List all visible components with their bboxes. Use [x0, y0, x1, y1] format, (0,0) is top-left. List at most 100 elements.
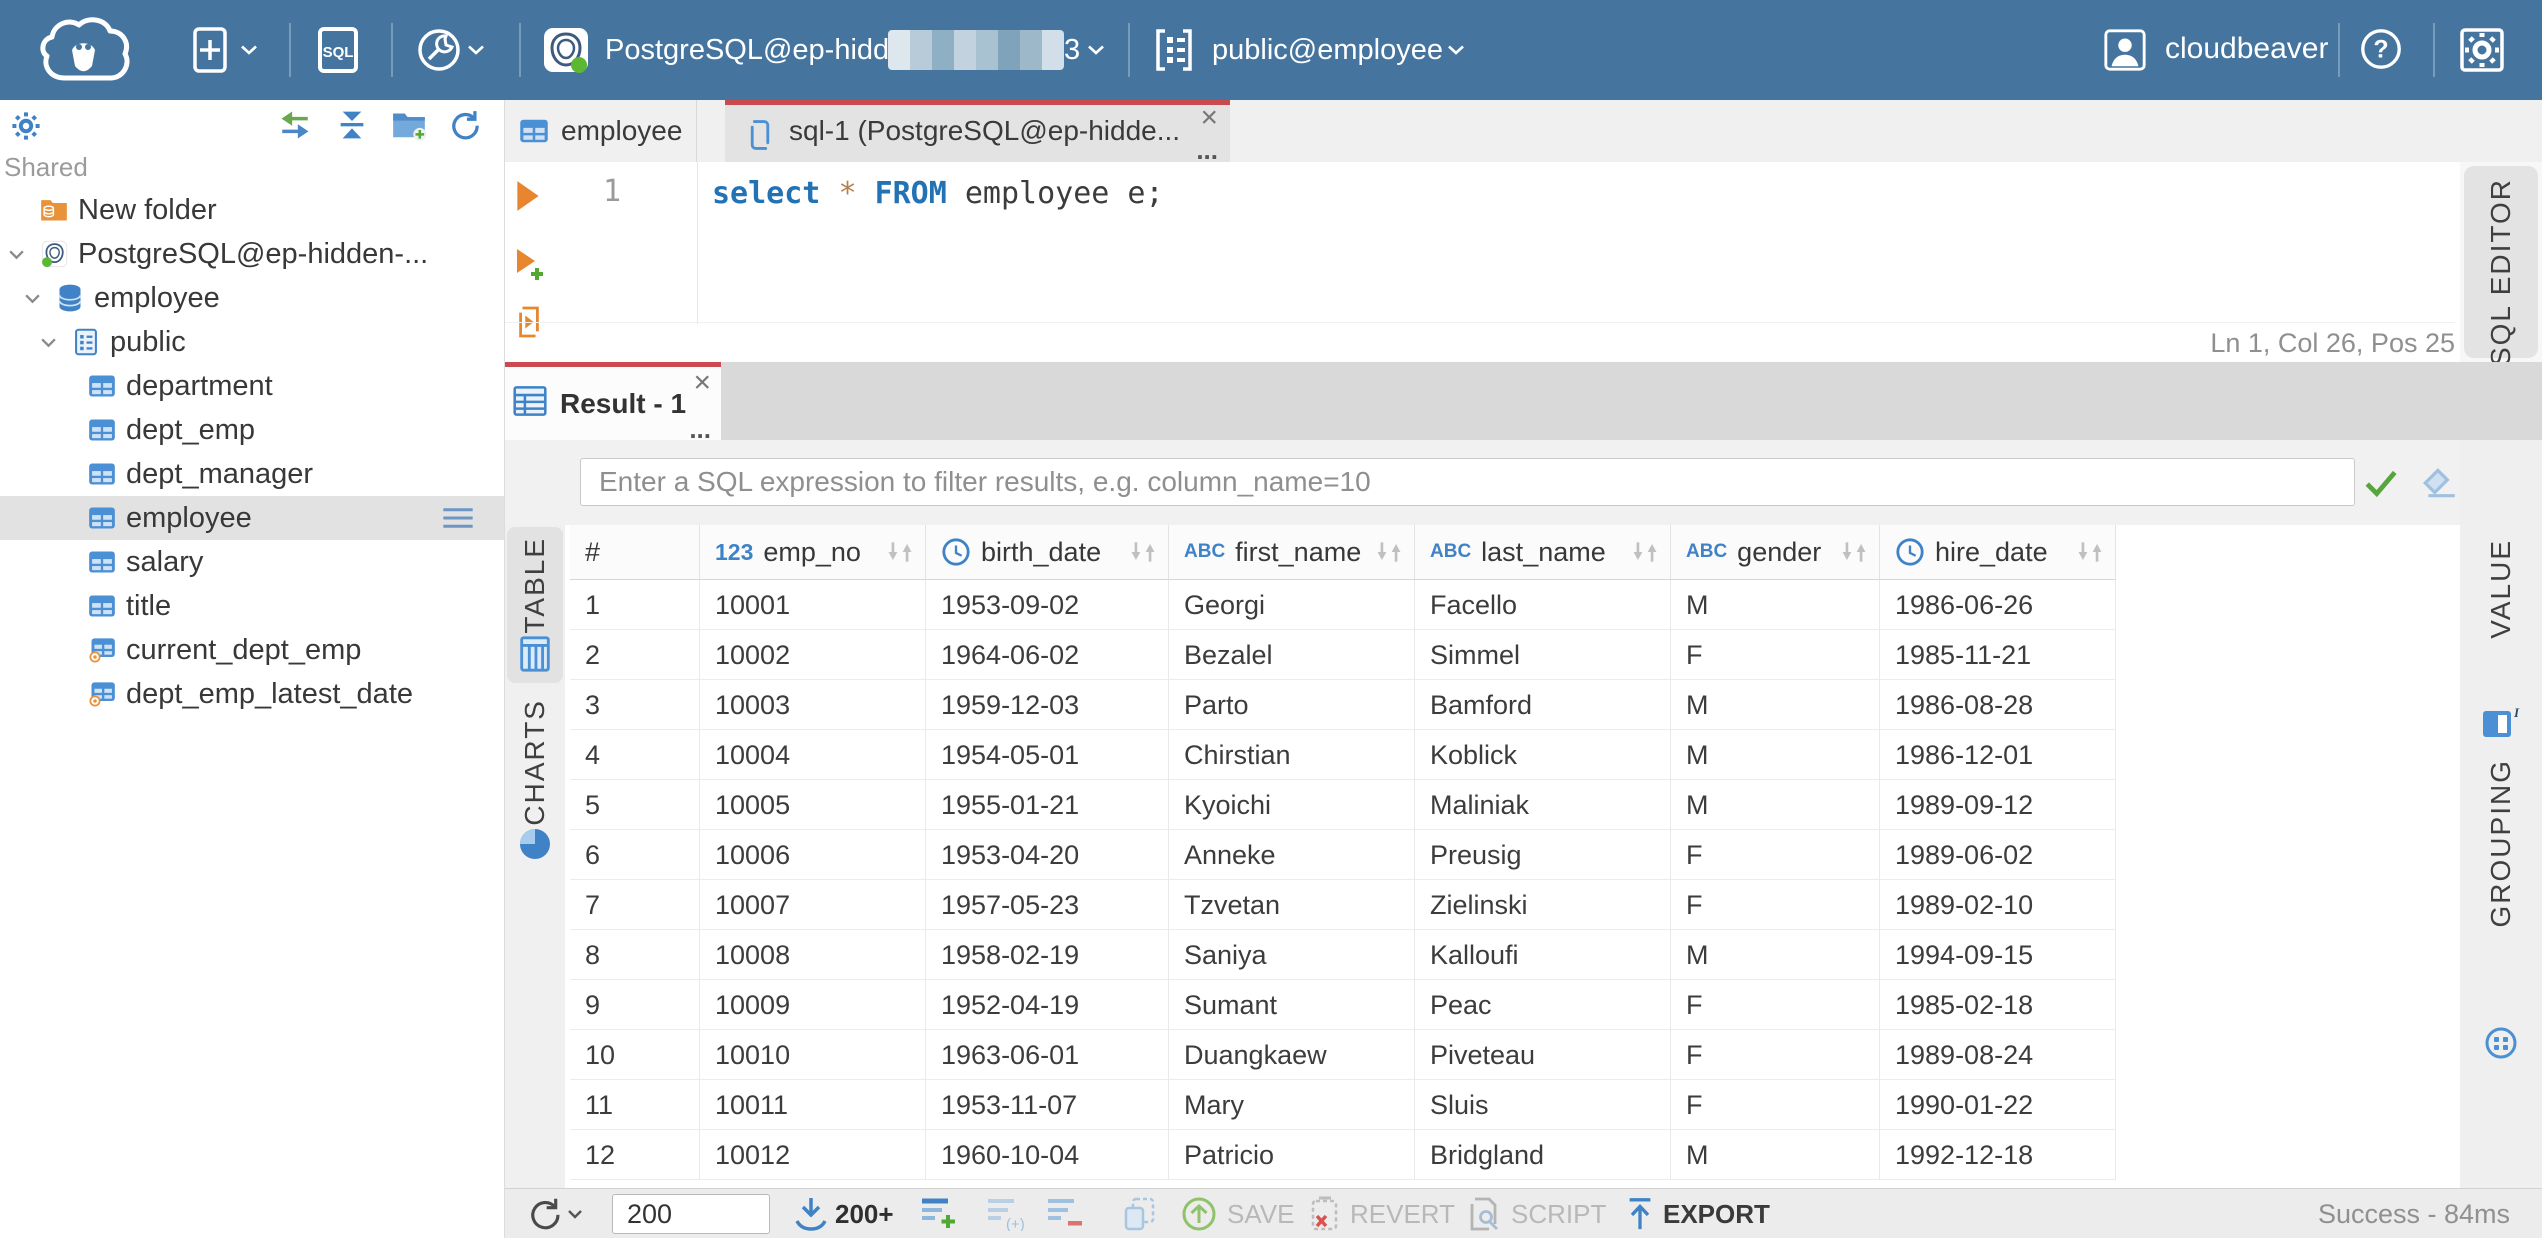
cell-hire_date[interactable]: 1994-09-15: [1880, 930, 2116, 980]
cell-first_name[interactable]: Patricio: [1169, 1130, 1415, 1180]
cell-gender[interactable]: M: [1671, 780, 1880, 830]
tree-expand-chevron-icon[interactable]: [8, 249, 25, 260]
cell-first_name[interactable]: Georgi: [1169, 580, 1415, 630]
schema-chevron-down-icon[interactable]: [1446, 44, 1466, 56]
cell-birth_date[interactable]: 1963-06-01: [926, 1030, 1169, 1080]
cell-birth_date[interactable]: 1954-05-01: [926, 730, 1169, 780]
cell-last_name[interactable]: Sluis: [1415, 1080, 1671, 1130]
table-row[interactable]: 5 10005 1955-01-21 Kyoichi Maliniak M 1989-09-…: [570, 780, 2116, 830]
cell-hire_date[interactable]: 1986-12-01: [1880, 730, 2116, 780]
cell-emp_no[interactable]: 10008: [700, 930, 926, 980]
cell-hire_date[interactable]: 1990-01-22: [1880, 1080, 2116, 1130]
cell-emp_no[interactable]: 10005: [700, 780, 926, 830]
cell-gender[interactable]: F: [1671, 630, 1880, 680]
tree-item-public[interactable]: public: [0, 320, 504, 364]
export-icon[interactable]: [1625, 1197, 1655, 1231]
schema-selector[interactable]: public@employee: [1212, 33, 1443, 67]
tree-expand-chevron-icon[interactable]: [24, 293, 41, 304]
cell-hire_date[interactable]: 1989-02-10: [1880, 880, 2116, 930]
save-icon[interactable]: [1181, 1196, 1217, 1232]
result-data-grid[interactable]: #123 emp_no birth_date ABC first_name ABC last…: [565, 525, 2460, 1188]
delete-row-icon[interactable]: [1046, 1197, 1084, 1231]
cell-last_name[interactable]: Facello: [1415, 580, 1671, 630]
sort-icon[interactable]: [1128, 540, 1158, 564]
cell-last_name[interactable]: Preusig: [1415, 830, 1671, 880]
apply-filter-check-icon[interactable]: [2363, 468, 2399, 498]
tab-employee[interactable]: employee: [505, 100, 697, 162]
table-row[interactable]: 12 10012 1960-10-04 Patricio Bridgland M 1992-…: [570, 1130, 2116, 1180]
cell-hire_date[interactable]: 1985-02-18: [1880, 980, 2116, 1030]
cell-last_name[interactable]: Peac: [1415, 980, 1671, 1030]
cell-first_name[interactable]: Bezalel: [1169, 630, 1415, 680]
cell-gender[interactable]: F: [1671, 880, 1880, 930]
new-folder-icon[interactable]: [391, 108, 427, 142]
refresh-caret-down-icon[interactable]: [567, 1209, 583, 1219]
tab-menu-dots-icon[interactable]: ...: [1196, 137, 1218, 163]
cell-birth_date[interactable]: 1960-10-04: [926, 1130, 1169, 1180]
column-header-row-index[interactable]: #: [570, 525, 700, 580]
result-tab-menu-dots-icon[interactable]: ...: [689, 416, 711, 442]
cell-hire_date[interactable]: 1989-06-02: [1880, 830, 2116, 880]
execute-query-button[interactable]: [515, 180, 541, 212]
cell-emp_no[interactable]: 10001: [700, 580, 926, 630]
script-icon[interactable]: [1467, 1196, 1501, 1232]
result-tab-close-icon[interactable]: ×: [693, 368, 711, 398]
save-label[interactable]: SAVE: [1227, 1189, 1294, 1238]
cell-emp_no[interactable]: 10002: [700, 630, 926, 680]
cell-emp_no[interactable]: 10006: [700, 830, 926, 880]
cell-first_name[interactable]: Chirstian: [1169, 730, 1415, 780]
revert-label[interactable]: REVERT: [1350, 1189, 1455, 1238]
refresh-tree-icon[interactable]: [448, 108, 480, 142]
cell-gender[interactable]: M: [1671, 580, 1880, 630]
link-editor-sync-icon[interactable]: [278, 108, 312, 142]
table-row[interactable]: 6 10006 1953-04-20 Anneke Preusig F 1989-06-02: [570, 830, 2116, 880]
sort-icon[interactable]: [885, 540, 915, 564]
cell-emp_no[interactable]: 10009: [700, 980, 926, 1030]
tree-item-dept_emp[interactable]: dept_emp: [0, 408, 504, 452]
cell-first_name[interactable]: Parto: [1169, 680, 1415, 730]
table-row[interactable]: 11 10011 1953-11-07 Mary Sluis F 1990-01-22: [570, 1080, 2116, 1130]
tree-item-dept_emp_latest_date[interactable]: dept_emp_latest_date: [0, 672, 504, 716]
cell-hire_date[interactable]: 1989-09-12: [1880, 780, 2116, 830]
tree-item-postgresql-ep-hidden-[interactable]: PostgreSQL@ep-hidden-...: [0, 232, 504, 276]
tab-result-1[interactable]: Result - 1 × ...: [505, 362, 721, 442]
tab-table-view[interactable]: TABLE: [507, 527, 563, 683]
duplicate-row-icon[interactable]: (+): [986, 1197, 1024, 1231]
tree-item-employee[interactable]: employee: [0, 496, 504, 540]
column-header-last_name[interactable]: ABC last_name: [1415, 525, 1671, 580]
connection-name[interactable]: PostgreSQL@ep-hidde: [605, 33, 905, 67]
connection-name-suffix[interactable]: 3: [1064, 33, 1080, 67]
tree-item-menu-icon[interactable]: [440, 507, 476, 529]
user-name[interactable]: cloudbeaver: [2165, 32, 2328, 66]
column-header-birth_date[interactable]: birth_date: [926, 525, 1169, 580]
cell-row-index[interactable]: 3: [570, 680, 700, 730]
collapse-all-icon[interactable]: [336, 108, 368, 142]
cell-emp_no[interactable]: 10012: [700, 1130, 926, 1180]
column-header-gender[interactable]: ABC gender: [1671, 525, 1880, 580]
tree-item-title[interactable]: title: [0, 584, 504, 628]
cell-emp_no[interactable]: 10010: [700, 1030, 926, 1080]
cell-last_name[interactable]: Piveteau: [1415, 1030, 1671, 1080]
refresh-result-icon[interactable]: [526, 1196, 562, 1232]
cell-last_name[interactable]: Simmel: [1415, 630, 1671, 680]
cell-emp_no[interactable]: 10011: [700, 1080, 926, 1130]
cell-first_name[interactable]: Saniya: [1169, 930, 1415, 980]
cell-birth_date[interactable]: 1959-12-03: [926, 680, 1169, 730]
execute-new-tab-button[interactable]: [515, 248, 545, 282]
cell-birth_date[interactable]: 1958-02-19: [926, 930, 1169, 980]
cell-row-index[interactable]: 6: [570, 830, 700, 880]
cell-row-index[interactable]: 5: [570, 780, 700, 830]
cell-last_name[interactable]: Maliniak: [1415, 780, 1671, 830]
cell-birth_date[interactable]: 1955-01-21: [926, 780, 1169, 830]
table-row[interactable]: 8 10008 1958-02-19 Saniya Kalloufi M 1994-09-1…: [570, 930, 2116, 980]
cell-row-index[interactable]: 2: [570, 630, 700, 680]
cell-gender[interactable]: F: [1671, 830, 1880, 880]
cell-row-index[interactable]: 11: [570, 1080, 700, 1130]
open-sql-editor-button[interactable]: SQL: [315, 27, 361, 73]
cell-row-index[interactable]: 8: [570, 930, 700, 980]
cell-row-index[interactable]: 12: [570, 1130, 700, 1180]
cell-birth_date[interactable]: 1964-06-02: [926, 630, 1169, 680]
cell-gender[interactable]: F: [1671, 980, 1880, 1030]
fetch-more-icon[interactable]: [793, 1196, 829, 1232]
cell-birth_date[interactable]: 1952-04-19: [926, 980, 1169, 1030]
